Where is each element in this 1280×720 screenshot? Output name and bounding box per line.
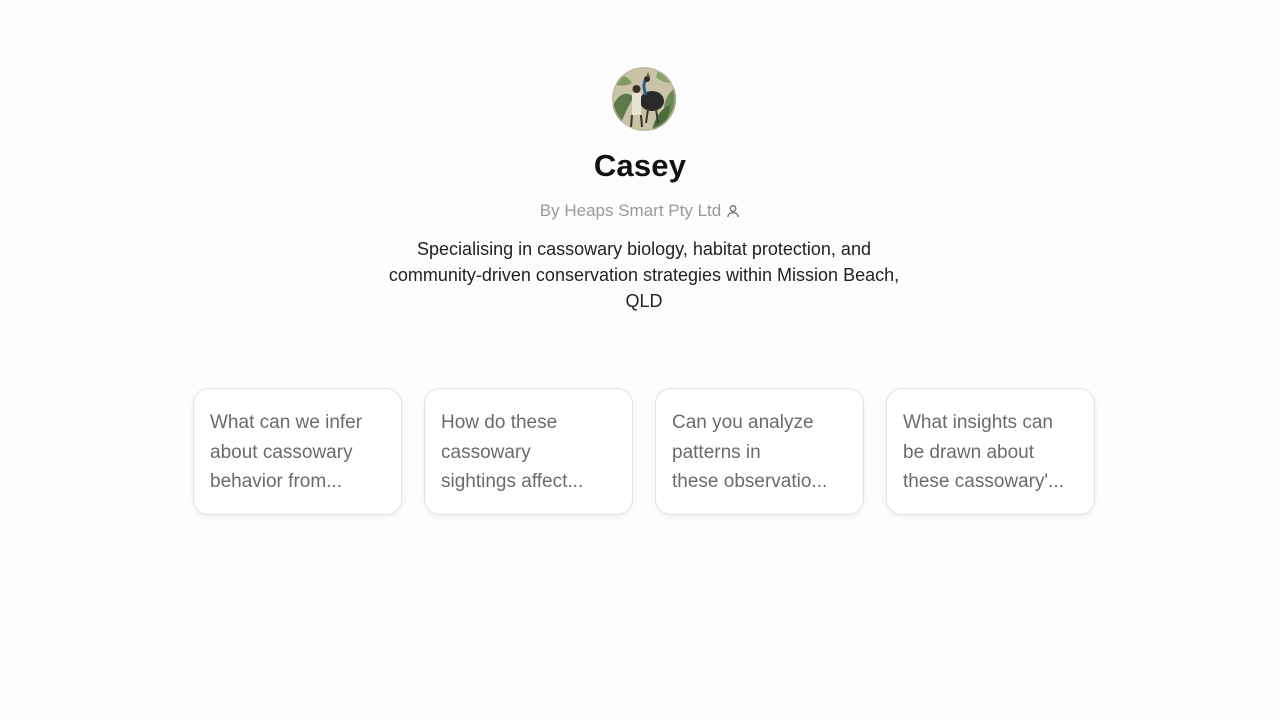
starter-line: behavior from... — [210, 471, 342, 492]
conversation-starters: What can we infer about cassowary behavi… — [193, 388, 1095, 515]
starter-line: How do these — [441, 412, 558, 433]
description-line: Specialising in cassowary biology, habit… — [417, 239, 871, 259]
starter-line: about cassowary — [210, 441, 353, 463]
starter-line: cassowary — [441, 441, 531, 463]
starter-line: be drawn about — [903, 441, 1034, 463]
starter-card[interactable]: Can you analyze patterns in these observ… — [655, 388, 864, 515]
person-icon — [726, 203, 740, 223]
description-line: QLD — [625, 291, 663, 311]
author-byline[interactable]: By Heaps Smart Pty Ltd — [0, 201, 1280, 223]
starter-line: sightings affect... — [441, 471, 584, 492]
starter-line: these cassowary'... — [903, 471, 1064, 492]
gpt-profile-page: Casey By Heaps Smart Pty Ltd Specialisin… — [0, 0, 1280, 720]
cassowary-illustration-icon — [612, 67, 676, 131]
author-name: By Heaps Smart Pty Ltd — [539, 201, 722, 220]
starter-line: patterns in — [672, 441, 761, 463]
starter-card[interactable]: How do these cassowary sightings affect.… — [424, 388, 633, 515]
starter-card[interactable]: What insights can be drawn about these c… — [886, 388, 1095, 515]
starter-line: Can you analyze — [672, 412, 814, 433]
gpt-description: Specialising in cassowary biology, habit… — [360, 236, 928, 314]
description-line: community-driven conservation strategies… — [388, 265, 900, 285]
starter-line: What insights can — [903, 412, 1053, 433]
starter-line: these observatio... — [672, 471, 828, 492]
starter-line: What can we infer — [210, 412, 363, 433]
gpt-name: Casey — [593, 148, 687, 183]
avatar — [612, 67, 676, 131]
starter-card[interactable]: What can we infer about cassowary behavi… — [193, 388, 402, 515]
